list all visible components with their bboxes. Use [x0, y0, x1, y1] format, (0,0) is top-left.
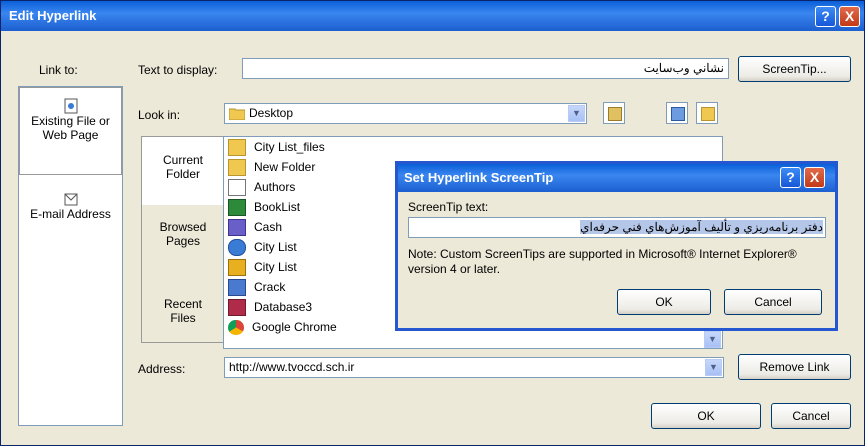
screentip-title-bar: Set Hyperlink ScreenTip ? X	[398, 164, 835, 192]
ok-button[interactable]: OK	[651, 403, 761, 429]
list-item[interactable]: City List	[228, 237, 297, 257]
list-item[interactable]: Database3	[228, 297, 312, 317]
list-item[interactable]: City List	[228, 257, 297, 277]
address-value: http://www.tvoccd.sch.ir	[229, 360, 355, 374]
file-name: BookList	[254, 200, 301, 214]
list-item[interactable]: BookList	[228, 197, 300, 217]
file-name: Google Chrome	[252, 320, 337, 334]
screentip-text-input[interactable]: دفتر برنامه‌ريزي و تأليف آموزش‌هاي فني ح…	[408, 217, 826, 238]
link-existing-label-2: Web Page	[42, 128, 99, 142]
screentip-dialog-title: Set Hyperlink ScreenTip	[404, 170, 554, 185]
link-to-label: Link to:	[39, 63, 78, 77]
title-bar: Edit Hyperlink ? X	[1, 1, 864, 31]
link-existing-file[interactable]: Existing File or Web Page	[19, 87, 122, 175]
chevron-down-icon[interactable]: ▼	[568, 105, 585, 122]
browse-web-icon[interactable]	[666, 102, 688, 124]
file-name: City List_files	[254, 140, 325, 154]
document-icon	[228, 259, 246, 277]
link-to-panel: Existing File or Web Page E-mail Address	[18, 86, 123, 426]
screentip-text-value: دفتر برنامه‌ريزي و تأليف آموزش‌هاي فني ح…	[580, 220, 823, 234]
screentip-close-button[interactable]: X	[804, 167, 825, 188]
list-item[interactable]: New Folder	[228, 157, 315, 177]
screentip-note: Note: Custom ScreenTips are supported in…	[408, 247, 797, 276]
file-name: Cash	[254, 220, 283, 234]
email-icon	[64, 193, 77, 206]
list-item[interactable]: Authors	[228, 177, 295, 197]
tab-current-line2: Folder	[165, 167, 200, 181]
edit-hyperlink-dialog: Edit Hyperlink ? X Link to: Text to disp…	[0, 0, 865, 446]
screentip-ok-button[interactable]: OK	[617, 289, 711, 315]
tab-recent-line2: Files	[170, 311, 196, 325]
file-name: New Folder	[254, 160, 316, 174]
file-name: City List	[254, 240, 297, 254]
folder-icon	[229, 108, 245, 120]
web-page-icon	[64, 98, 77, 114]
look-in-label: Look in:	[138, 108, 181, 122]
browse-file-icon[interactable]	[696, 102, 718, 124]
document-icon	[228, 179, 246, 197]
screentip-cancel-button[interactable]: Cancel	[724, 289, 822, 315]
remove-link-button[interactable]: Remove Link	[738, 354, 851, 380]
tab-browsed-pages[interactable]: Browsed Pages	[142, 220, 224, 260]
tab-recent-line1: Recent	[163, 297, 203, 311]
set-screentip-dialog: Set Hyperlink ScreenTip ? X ScreenTip te…	[395, 161, 838, 331]
access-icon	[228, 299, 246, 317]
tab-current-folder[interactable]: Current Folder	[142, 137, 224, 205]
screentip-text-label: ScreenTip text:	[408, 200, 489, 214]
document-icon	[228, 279, 246, 297]
link-existing-label-1: Existing File or	[31, 114, 110, 128]
screentip-help-button[interactable]: ?	[780, 167, 801, 188]
file-name: City List	[254, 260, 297, 274]
location-tabs: Current Folder Browsed Pages Recent File…	[141, 136, 224, 343]
dialog-title: Edit Hyperlink	[9, 8, 97, 23]
file-name: Crack	[254, 280, 286, 294]
list-item[interactable]: Google Chrome	[228, 317, 337, 337]
tab-current-line1: Current	[162, 153, 203, 167]
scroll-down-icon[interactable]: ▼	[704, 331, 721, 348]
address-combo[interactable]: http://www.tvoccd.sch.ir ▼	[224, 357, 724, 378]
look-in-combo[interactable]: Desktop ▼	[224, 103, 587, 124]
chrome-icon	[228, 320, 244, 336]
tab-recent-files[interactable]: Recent Files	[142, 297, 224, 337]
address-label: Address:	[138, 362, 186, 376]
tab-browsed-line1: Browsed	[159, 220, 207, 234]
chevron-down-icon[interactable]: ▼	[705, 359, 722, 376]
list-item[interactable]: Cash	[228, 217, 282, 237]
folder-icon	[228, 159, 246, 177]
list-item[interactable]: Crack	[228, 277, 285, 297]
link-email-label: E-mail Address	[30, 207, 111, 221]
internet-explorer-icon	[228, 239, 246, 257]
close-button[interactable]: X	[839, 6, 860, 27]
cancel-button[interactable]: Cancel	[771, 403, 851, 429]
tab-browsed-line2: Pages	[165, 234, 201, 248]
file-name: Authors	[254, 180, 296, 194]
text-to-display-input[interactable]: نشاني وب‌سايت	[242, 58, 729, 79]
help-button[interactable]: ?	[815, 6, 836, 27]
screentip-button[interactable]: ScreenTip...	[738, 56, 851, 82]
excel-icon	[228, 199, 246, 217]
text-to-display-label: Text to display:	[138, 63, 218, 77]
document-icon	[228, 219, 246, 237]
up-one-folder-icon[interactable]	[603, 102, 625, 124]
folder-icon	[228, 139, 246, 157]
file-name: Database3	[254, 300, 313, 314]
look-in-value: Desktop	[249, 106, 294, 120]
link-email-address[interactable]: E-mail Address	[19, 191, 122, 241]
list-item[interactable]: City List_files	[228, 137, 325, 157]
